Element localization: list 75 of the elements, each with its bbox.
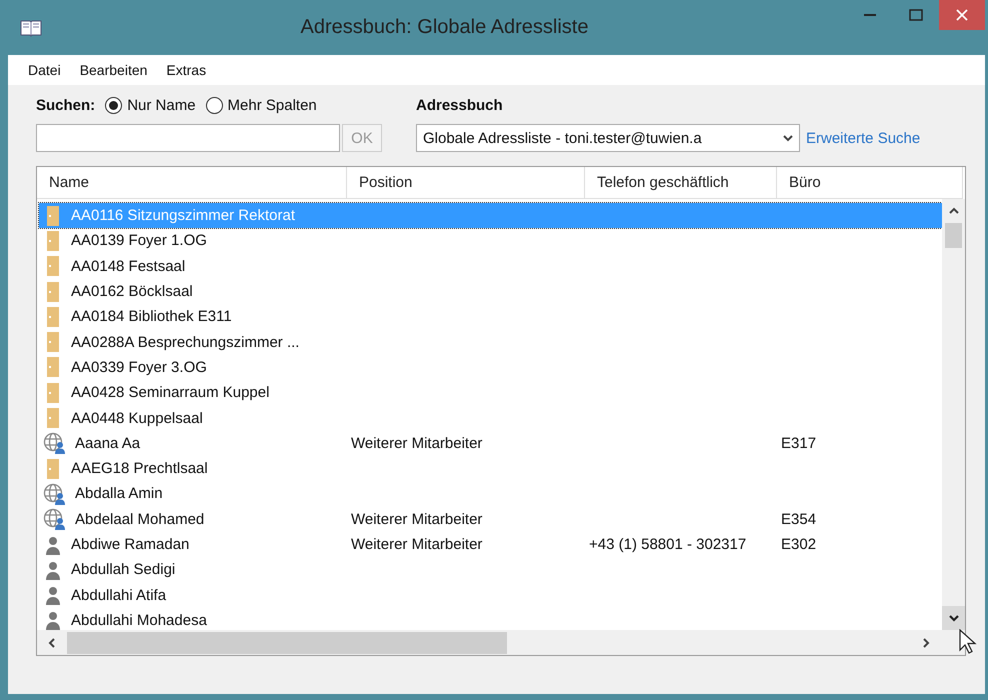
column-header[interactable]: Telefon geschäftlich: [585, 167, 777, 198]
chevron-down-icon: [948, 613, 958, 623]
name-cell-text: Abdullahi Mohadesa: [70, 612, 207, 629]
contact-row[interactable]: Abdalla Amin: [39, 481, 942, 507]
name-cell-text: Abdelaal Mohamed: [74, 510, 204, 528]
office-cell-text: E317: [780, 434, 816, 452]
search-field[interactable]: [36, 124, 340, 152]
name-cell-text: AAEG18 Prechtlsaal: [70, 460, 208, 478]
name-cell-text: AA0428 Seminarraum Kuppel: [70, 384, 270, 402]
contact-row[interactable]: Abdullah Sedigi: [39, 557, 942, 582]
scroll-down-button[interactable]: [942, 606, 965, 630]
maximize-icon: [909, 9, 923, 21]
radio-label: Mehr Spalten: [228, 97, 317, 114]
address-book-dropdown[interactable]: Globale Adressliste - toni.tester@tuwien.a: [416, 124, 800, 152]
contact-row[interactable]: AA0162 Böcklsaal: [39, 278, 942, 304]
book-icon: [20, 18, 42, 36]
contact-row[interactable]: Abdullahi Atifa: [39, 582, 942, 608]
advanced-search-link[interactable]: Erweiterte Suche: [806, 130, 957, 146]
contact-row[interactable]: AA0139 Foyer 1.OG: [39, 228, 942, 254]
position-cell-text: Weiterer Mitarbeiter: [350, 536, 482, 553]
scrollbar-thumb[interactable]: [945, 223, 962, 248]
name-cell-text: AA0339 Foyer 3.OG: [70, 358, 207, 376]
name-cell-text: Aaana Aa: [74, 434, 140, 452]
column-header[interactable]: Name: [37, 167, 347, 198]
position-cell-text: Weiterer Mitarbeiter: [350, 434, 482, 452]
name-cell-text: AA0139 Foyer 1.OG: [70, 232, 207, 250]
contact-row[interactable]: Aaana Aa Weiterer Mitarbeiter E317: [39, 430, 942, 456]
radio-button[interactable]: [105, 97, 122, 114]
scroll-left-icon[interactable]: [47, 638, 57, 648]
contact-row[interactable]: AA0288A Besprechungszimmer ...: [39, 329, 942, 355]
name-cell-text: Abdullahi Atifa: [70, 586, 166, 604]
name-cell-text: AA0148 Festsaal: [70, 258, 186, 275]
office-cell-text: E302: [780, 536, 816, 553]
chevron-down-icon[interactable]: [783, 133, 793, 143]
globe-user-icon: [43, 432, 67, 454]
close-icon: [956, 9, 968, 21]
contact-row[interactable]: AA0428 Seminarraum Kuppel: [39, 380, 942, 406]
name-cell-text: AA0288A Besprechungszimmer ...: [70, 334, 300, 351]
window-title: Adressbuch: Globale Adressliste: [300, 16, 588, 39]
contact-row[interactable]: AA0339 Foyer 3.OG: [39, 354, 942, 380]
globe-user-icon: [43, 482, 67, 505]
column-header[interactable]: Büro: [777, 167, 963, 198]
column-header[interactable]: Position: [347, 167, 585, 198]
menu-item[interactable]: Datei: [20, 62, 72, 78]
name-cell-text: Abdalla Amin: [74, 485, 163, 502]
close-button[interactable]: [939, 0, 985, 30]
phone-cell-text: +43 (1) 58801 - 302317: [588, 536, 746, 553]
minimize-icon: [864, 13, 876, 17]
globe-user-icon: [43, 508, 67, 530]
name-cell-text: AA0184 Bibliothek E311: [70, 308, 232, 326]
position-cell-text: Weiterer Mitarbeiter: [350, 510, 482, 528]
name-cell-text: Abdullah Sedigi: [70, 561, 176, 578]
radio-label: Nur Name: [127, 97, 196, 114]
scrollbar-thumb[interactable]: [67, 632, 507, 654]
menu-item[interactable]: Extras: [158, 62, 218, 78]
contact-row[interactable]: AA0148 Festsaal: [39, 254, 942, 279]
contact-row[interactable]: Abdiwe Ramadan Weiterer Mitarbeiter +43 (1) 58801 - 302317 E302: [39, 532, 942, 558]
search-label: Suchen:: [36, 97, 96, 114]
user-icon: [43, 584, 63, 606]
contact-row[interactable]: AAEG18 Prechtlsaal: [39, 456, 942, 482]
contact-row[interactable]: AA0184 Bibliothek E311: [39, 304, 942, 330]
contact-row[interactable]: Abdullahi Mohadesa: [39, 608, 942, 630]
radio-button[interactable]: [206, 97, 223, 114]
name-cell-text: Abdiwe Ramadan: [70, 536, 190, 553]
name-cell-text: AA0162 Böcklsaal: [70, 283, 193, 300]
user-icon: [43, 609, 63, 630]
scroll-up-icon[interactable]: [948, 206, 958, 216]
address-book-label: Adressbuch: [416, 97, 503, 114]
name-cell-text: AA0448 Kuppelsaal: [70, 410, 203, 427]
contact-row[interactable]: Abdelaal Mohamed Weiterer Mitarbeiter E354: [39, 506, 942, 532]
scroll-right-icon[interactable]: [921, 638, 931, 648]
office-cell-text: E354: [780, 510, 816, 528]
name-cell-text: AA0116 Sitzungszimmer Rektorat: [70, 207, 295, 224]
contact-row[interactable]: AA0448 Kuppelsaal: [39, 405, 942, 431]
menu-item[interactable]: Bearbeiten: [72, 62, 158, 78]
